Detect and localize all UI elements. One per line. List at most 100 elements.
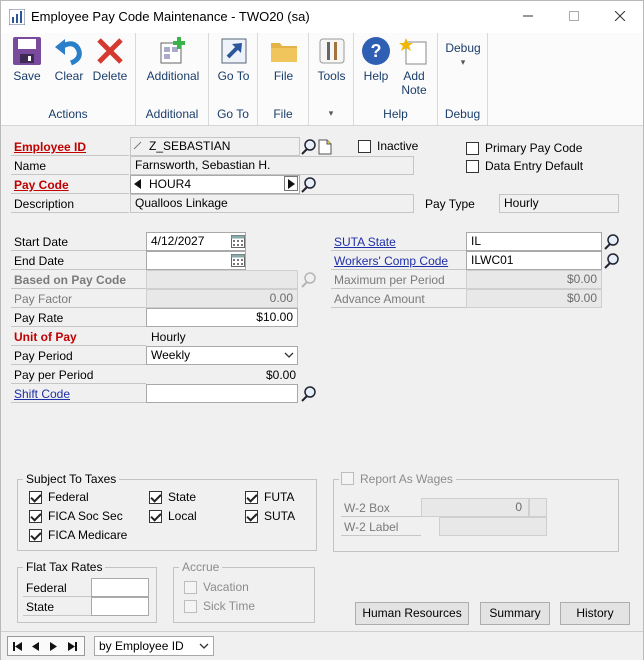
add-note-button[interactable]: Add Note: [394, 35, 434, 97]
fica-medicare-label: FICA Medicare: [48, 528, 128, 542]
field-expand-icon: [133, 141, 142, 150]
ribbon-group-tools: Tools ▾: [309, 33, 354, 125]
inactive-checkbox[interactable]: [358, 140, 371, 153]
start-date-calendar-button[interactable]: [230, 233, 246, 250]
fica-medicare-checkbox[interactable]: [29, 529, 42, 542]
suta-state-label[interactable]: SUTA State: [331, 234, 466, 251]
based-on-lookup-button: [301, 271, 317, 288]
additional-group-label: Additional: [145, 107, 199, 121]
suta-state-field[interactable]: IL: [466, 232, 602, 251]
start-date-label: Start Date: [11, 234, 146, 251]
employee-lookup-button[interactable]: [301, 138, 317, 155]
federal-tax-checkbox[interactable]: [29, 491, 42, 504]
help-question-icon: ?: [362, 37, 390, 65]
chevron-down-icon: [284, 352, 294, 358]
first-record-icon[interactable]: [13, 642, 23, 651]
futa-checkbox[interactable]: [245, 491, 258, 504]
save-label: Save: [13, 69, 41, 83]
vacation-label: Vacation: [203, 580, 249, 594]
tools-button[interactable]: Tools: [311, 35, 352, 83]
next-record-icon[interactable]: [50, 642, 58, 651]
pay-period-select[interactable]: Weekly: [146, 346, 298, 365]
workers-comp-lookup-button[interactable]: [604, 252, 620, 269]
ribbon-group-file: File File: [258, 33, 309, 125]
end-date-calendar-button[interactable]: [230, 252, 246, 269]
w2-label-label: W-2 Label: [341, 519, 421, 536]
chevron-down-icon: [199, 643, 209, 649]
debug-group-label: Debug: [444, 107, 481, 121]
clear-label: Clear: [54, 69, 84, 83]
fica-soc-sec-checkbox[interactable]: [29, 510, 42, 523]
human-resources-button[interactable]: Human Resources: [355, 602, 469, 625]
additional-button[interactable]: Additional: [140, 35, 206, 83]
actions-group-label: Actions: [48, 107, 88, 121]
pay-code-lookup-button[interactable]: [301, 176, 317, 193]
maximize-icon: [569, 11, 579, 21]
file-button[interactable]: File: [261, 35, 306, 83]
clear-button[interactable]: Clear: [49, 35, 89, 83]
last-record-icon[interactable]: [68, 642, 78, 651]
history-button[interactable]: History: [560, 602, 630, 625]
shift-code-label[interactable]: Shift Code: [11, 386, 146, 403]
summary-button[interactable]: Summary: [480, 602, 550, 625]
pay-period-label: Pay Period: [11, 348, 146, 365]
workers-comp-code-label[interactable]: Workers' Comp Code: [331, 253, 466, 270]
flat-tax-federal-field[interactable]: [91, 578, 149, 597]
fica-soc-sec-label: FICA Soc Sec: [48, 509, 123, 523]
save-button[interactable]: Save: [7, 35, 47, 83]
previous-record-icon[interactable]: [32, 642, 40, 651]
unit-of-pay-value: Hourly: [151, 330, 186, 344]
description-label: Description: [11, 196, 129, 213]
add-note-icon: [399, 38, 427, 65]
inactive-label: Inactive: [377, 139, 419, 153]
state-tax-checkbox[interactable]: [149, 491, 162, 504]
lookup-magnifier-icon: [301, 385, 316, 402]
name-label: Name: [11, 158, 129, 175]
employee-id-field[interactable]: Z_SEBASTIAN: [130, 137, 300, 156]
minimize-button[interactable]: [505, 1, 551, 31]
pay-rate-field[interactable]: $10.00: [146, 308, 298, 327]
additional-window-icon: [160, 37, 185, 64]
flat-tax-state-field[interactable]: [91, 597, 149, 616]
lookup-magnifier-icon: [604, 233, 619, 250]
advance-amount-label: Advance Amount: [331, 291, 466, 308]
local-tax-checkbox[interactable]: [149, 510, 162, 523]
suta-state-lookup-button[interactable]: [604, 233, 620, 250]
delete-button[interactable]: Delete: [89, 35, 131, 83]
help-button[interactable]: ? Help: [358, 35, 394, 83]
sort-order-select[interactable]: by Employee ID: [94, 636, 214, 656]
name-field: Farnsworth, Sebastian H.: [130, 156, 414, 175]
ribbon-toolbar: Save Clear Delete Actions Additional Add…: [1, 33, 643, 126]
goto-arrow-icon: [221, 38, 246, 64]
goto-button[interactable]: Go To: [211, 35, 256, 83]
close-button[interactable]: [597, 1, 643, 31]
debug-button[interactable]: Debug ▾: [441, 41, 485, 69]
pay-code-value: HOUR4: [149, 177, 192, 191]
pay-code-maintenance-window: Employee Pay Code Maintenance - TWO20 (s…: [0, 0, 644, 660]
pay-type-label: Pay Type: [425, 197, 475, 211]
shift-code-lookup-button[interactable]: [301, 385, 317, 402]
pay-code-field[interactable]: HOUR4: [130, 175, 300, 194]
calendar-icon: [231, 235, 245, 248]
maximize-button[interactable]: [551, 1, 597, 31]
description-field: Qualloos Linkage: [130, 194, 414, 213]
file-group-label: File: [273, 107, 293, 121]
pay-period-value: Weekly: [151, 348, 191, 362]
workers-comp-code-field[interactable]: ILWC01: [466, 251, 602, 270]
tools-dropdown-caret-icon[interactable]: ▾: [309, 108, 353, 119]
primary-pay-code-checkbox[interactable]: [466, 142, 479, 155]
shift-code-field[interactable]: [146, 384, 298, 403]
tools-icon: [319, 38, 344, 64]
ribbon-group-debug: Debug ▾ Debug: [438, 33, 488, 125]
pay-code-label[interactable]: Pay Code: [11, 177, 129, 194]
report-as-wages-label: Report As Wages: [360, 472, 453, 486]
pay-code-next-button[interactable]: [284, 176, 298, 191]
data-entry-default-checkbox[interactable]: [466, 160, 479, 173]
previous-arrow-icon[interactable]: [134, 179, 142, 189]
employee-note-button[interactable]: [317, 138, 333, 155]
undo-arrow-icon: [55, 39, 82, 66]
add-note-label-2: Note: [401, 83, 427, 97]
file-label: File: [273, 69, 294, 83]
suta-checkbox[interactable]: [245, 510, 258, 523]
employee-id-label[interactable]: Employee ID: [11, 139, 129, 156]
